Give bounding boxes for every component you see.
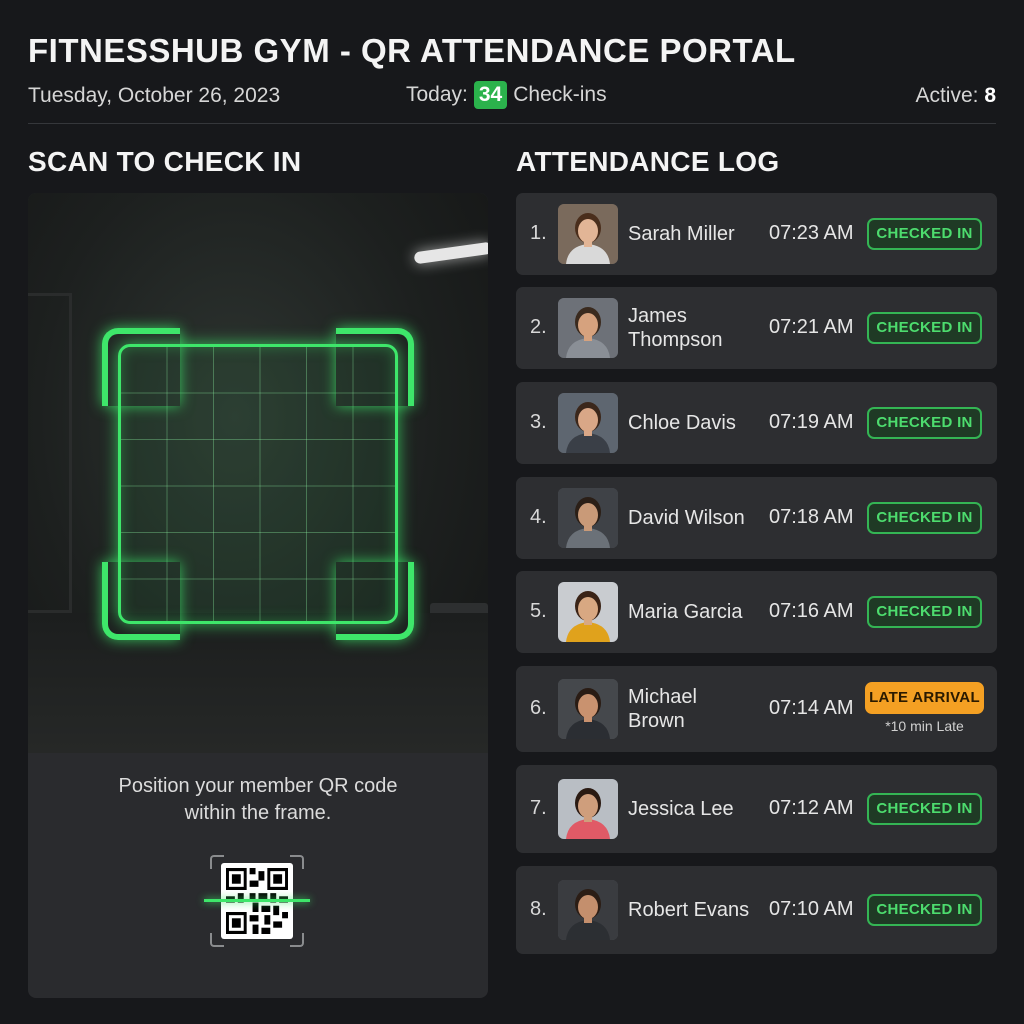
member-avatar bbox=[558, 880, 618, 940]
instruction-line-1: Position your member QR code bbox=[118, 775, 398, 797]
scan-heading: SCAN TO CHECK IN bbox=[28, 146, 302, 177]
member-avatar bbox=[558, 204, 618, 264]
checked-in-badge: CHECKED IN bbox=[867, 312, 982, 344]
checked-in-badge: CHECKED IN bbox=[867, 502, 982, 534]
member-name-line-1: James bbox=[628, 305, 687, 327]
qr-scan-line bbox=[204, 899, 310, 902]
frame-corner-bottom-right bbox=[336, 562, 414, 640]
row-number: 2. bbox=[530, 316, 547, 338]
current-date: Tuesday, October 26, 2023 bbox=[28, 84, 281, 107]
member-name: Robert Evans bbox=[628, 898, 758, 922]
member-name-line-1: Sarah Miller bbox=[628, 223, 735, 245]
row-number: 5. bbox=[530, 600, 547, 622]
ceiling-light bbox=[413, 241, 488, 265]
checkin-time: 07:19 AM bbox=[769, 411, 854, 433]
qr-code-icon bbox=[204, 855, 310, 947]
attendance-row[interactable]: 4. David Wilson 07:18 AM CHECKED IN bbox=[516, 477, 997, 559]
active-members: Active: 8 bbox=[915, 84, 996, 108]
member-name-line-1: Maria Garcia bbox=[628, 601, 743, 623]
member-name-line-1: Robert Evans bbox=[628, 899, 750, 921]
row-number: 3. bbox=[530, 411, 547, 433]
attendance-row[interactable]: 6. Michael Brown 07:14 AM LATE ARRIVAL *… bbox=[516, 666, 997, 752]
attendance-row[interactable]: 5. Maria Garcia 07:16 AM CHECKED IN bbox=[516, 571, 997, 653]
attendance-row[interactable]: 1. Sarah Miller 07:23 AM CHECKED IN bbox=[516, 193, 997, 275]
member-name-line-1: David Wilson bbox=[628, 507, 745, 529]
today-label: Today: bbox=[406, 83, 468, 106]
member-avatar bbox=[558, 779, 618, 839]
attendance-row[interactable]: 3. Chloe Davis 07:19 AM CHECKED IN bbox=[516, 382, 997, 464]
row-number: 8. bbox=[530, 898, 547, 920]
row-number: 6. bbox=[530, 697, 547, 719]
checked-in-badge: CHECKED IN bbox=[867, 218, 982, 250]
row-number: 4. bbox=[530, 506, 547, 528]
row-number: 1. bbox=[530, 222, 547, 244]
checkin-time: 07:18 AM bbox=[769, 506, 854, 528]
checkin-time: 07:10 AM bbox=[769, 898, 854, 920]
scan-panel: Position your member QR code within the … bbox=[28, 193, 488, 998]
checkin-time: 07:12 AM bbox=[769, 797, 854, 819]
attendance-log-heading: ATTENDANCE LOG bbox=[516, 146, 780, 177]
member-name: Chloe Davis bbox=[628, 411, 758, 435]
today-checkins: Today: 34 Check-ins bbox=[406, 81, 607, 109]
attendance-row[interactable]: 2. James Thompson 07:21 AM CHECKED IN bbox=[516, 287, 997, 369]
member-name-line-1: Jessica Lee bbox=[628, 798, 734, 820]
background-rack bbox=[28, 293, 72, 613]
row-number: 7. bbox=[530, 797, 547, 819]
checkin-count-badge: 34 bbox=[473, 81, 508, 109]
active-count: 8 bbox=[984, 84, 996, 107]
checkin-time: 07:14 AM bbox=[769, 697, 854, 719]
member-name-line-2: Thompson bbox=[628, 329, 723, 351]
member-name: Maria Garcia bbox=[628, 600, 758, 624]
checkin-time: 07:21 AM bbox=[769, 316, 854, 338]
member-avatar bbox=[558, 582, 618, 642]
member-name: David Wilson bbox=[628, 506, 758, 530]
checked-in-badge: CHECKED IN bbox=[867, 894, 982, 926]
checkin-time: 07:16 AM bbox=[769, 600, 854, 622]
late-note: *10 min Late bbox=[885, 718, 964, 734]
attendance-row[interactable]: 7. Jessica Lee 07:12 AM CHECKED IN bbox=[516, 765, 997, 853]
checked-in-badge: CHECKED IN bbox=[867, 793, 982, 825]
member-name: James Thompson bbox=[628, 304, 758, 352]
member-avatar bbox=[558, 298, 618, 358]
member-name: Jessica Lee bbox=[628, 797, 758, 821]
qr-scan-frame bbox=[102, 328, 414, 640]
checked-in-badge: CHECKED IN bbox=[867, 596, 982, 628]
checkin-time: 07:23 AM bbox=[769, 222, 854, 244]
today-suffix: Check-ins bbox=[513, 83, 607, 106]
instruction-line-2: within the frame. bbox=[184, 802, 332, 824]
page-title: FITNESSHUB GYM - QR ATTENDANCE PORTAL bbox=[28, 32, 796, 69]
frame-corner-top-right bbox=[336, 328, 414, 406]
active-label: Active: bbox=[915, 84, 979, 107]
member-name: Michael Brown bbox=[628, 685, 758, 733]
member-avatar bbox=[558, 393, 618, 453]
member-name-line-2: Brown bbox=[628, 710, 685, 732]
member-name-line-1: Michael bbox=[628, 686, 697, 708]
late-arrival-badge: LATE ARRIVAL bbox=[865, 682, 984, 714]
member-avatar bbox=[558, 679, 618, 739]
member-name-line-1: Chloe Davis bbox=[628, 412, 736, 434]
camera-viewfinder[interactable] bbox=[28, 193, 488, 753]
header-stats-bar: Tuesday, October 26, 2023 Today: 34 Chec… bbox=[28, 80, 996, 124]
frame-corner-top-left bbox=[102, 328, 180, 406]
scan-instruction: Position your member QR code within the … bbox=[28, 773, 488, 827]
checked-in-badge: CHECKED IN bbox=[867, 407, 982, 439]
member-avatar bbox=[558, 488, 618, 548]
frame-corner-bottom-left bbox=[102, 562, 180, 640]
member-name: Sarah Miller bbox=[628, 222, 758, 246]
attendance-row[interactable]: 8. Robert Evans 07:10 AM CHECKED IN bbox=[516, 866, 997, 954]
